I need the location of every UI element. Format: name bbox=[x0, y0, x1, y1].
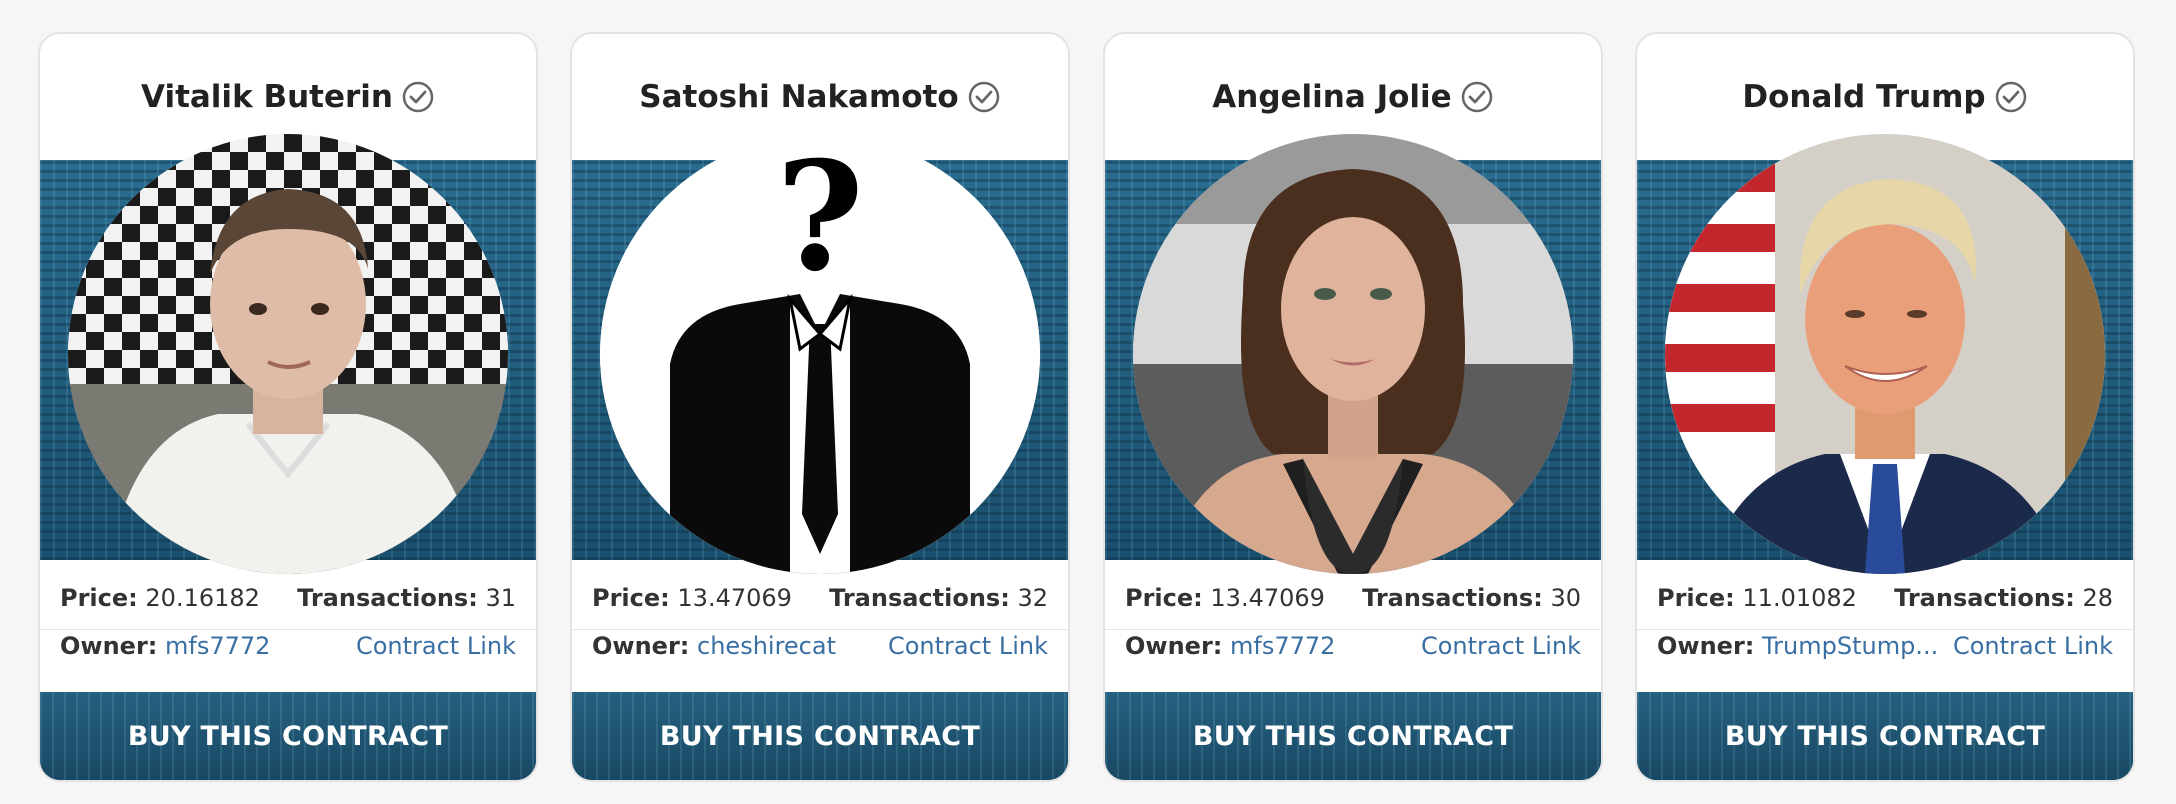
transactions-field: Transactions: 30 bbox=[1362, 584, 1581, 612]
transactions-label: Transactions: bbox=[1894, 584, 2075, 612]
celebrity-name: Angelina Jolie bbox=[1212, 79, 1452, 115]
portrait-image bbox=[1133, 134, 1573, 574]
owner-label: Owner: bbox=[1125, 632, 1223, 660]
contract-card: Vitalik Buterin Price: 20.16182 Transact… bbox=[38, 32, 538, 782]
price-value: 13.47069 bbox=[677, 584, 792, 612]
price-label: Price: bbox=[60, 584, 138, 612]
buy-contract-button[interactable]: BUY THIS CONTRACT bbox=[40, 692, 536, 780]
contract-link[interactable]: Contract Link bbox=[1953, 632, 2113, 660]
owner-link[interactable]: TrumpStump... bbox=[1762, 632, 1938, 660]
price-label: Price: bbox=[1125, 584, 1203, 612]
transactions-value: 32 bbox=[1017, 584, 1048, 612]
price-label: Price: bbox=[1657, 584, 1735, 612]
contract-card: Satoshi Nakamoto ? Price: 13.47069 Trans… bbox=[570, 32, 1070, 782]
owner-field: Owner: cheshirecat bbox=[592, 632, 836, 660]
price-field: Price: 13.47069 bbox=[592, 584, 792, 612]
owner-field: Owner: mfs7772 bbox=[60, 632, 270, 660]
card-details: Price: 20.16182 Transactions: 31 Owner: … bbox=[40, 560, 536, 698]
contract-card: Donald Trump Price: 11.01082 Transaction… bbox=[1635, 32, 2135, 782]
card-details: Price: 11.01082 Transactions: 28 Owner: … bbox=[1637, 560, 2133, 698]
price-value: 13.47069 bbox=[1210, 584, 1325, 612]
owner-label: Owner: bbox=[1657, 632, 1755, 660]
price-value: 20.16182 bbox=[145, 584, 260, 612]
celebrity-name: Satoshi Nakamoto bbox=[639, 79, 959, 115]
transactions-value: 31 bbox=[485, 584, 516, 612]
owner-link[interactable]: mfs7772 bbox=[1230, 632, 1335, 660]
transactions-label: Transactions: bbox=[1362, 584, 1543, 612]
transactions-field: Transactions: 31 bbox=[297, 584, 516, 612]
owner-link[interactable]: cheshirecat bbox=[697, 632, 836, 660]
price-value: 11.01082 bbox=[1742, 584, 1857, 612]
contract-link[interactable]: Contract Link bbox=[1421, 632, 1581, 660]
owner-label: Owner: bbox=[60, 632, 158, 660]
transactions-label: Transactions: bbox=[297, 584, 478, 612]
transactions-value: 30 bbox=[1550, 584, 1581, 612]
price-field: Price: 11.01082 bbox=[1657, 584, 1857, 612]
price-field: Price: 13.47069 bbox=[1125, 584, 1325, 612]
transactions-label: Transactions: bbox=[829, 584, 1010, 612]
portrait-image: ? bbox=[600, 134, 1040, 574]
transactions-value: 28 bbox=[2082, 584, 2113, 612]
portrait-image bbox=[1665, 134, 2105, 574]
contract-card: Angelina Jolie Price: 13.47069 Transacti… bbox=[1103, 32, 1603, 782]
transactions-field: Transactions: 28 bbox=[1894, 584, 2113, 612]
celebrity-name: Donald Trump bbox=[1742, 79, 1986, 115]
contract-card-grid: Vitalik Buterin Price: 20.16182 Transact… bbox=[0, 0, 2176, 804]
buy-contract-button[interactable]: BUY THIS CONTRACT bbox=[572, 692, 1068, 780]
contract-link[interactable]: Contract Link bbox=[888, 632, 1048, 660]
buy-contract-button[interactable]: BUY THIS CONTRACT bbox=[1637, 692, 2133, 780]
card-details: Price: 13.47069 Transactions: 30 Owner: … bbox=[1105, 560, 1601, 698]
transactions-field: Transactions: 32 bbox=[829, 584, 1048, 612]
owner-field: Owner: mfs7772 bbox=[1125, 632, 1335, 660]
celebrity-name: Vitalik Buterin bbox=[141, 79, 393, 115]
check-circle-icon bbox=[1994, 80, 2028, 114]
price-label: Price: bbox=[592, 584, 670, 612]
portrait-image bbox=[68, 134, 508, 574]
contract-link[interactable]: Contract Link bbox=[356, 632, 516, 660]
buy-contract-button[interactable]: BUY THIS CONTRACT bbox=[1105, 692, 1601, 780]
owner-link[interactable]: mfs7772 bbox=[165, 632, 270, 660]
owner-label: Owner: bbox=[592, 632, 690, 660]
svg-text:?: ? bbox=[776, 134, 864, 305]
price-field: Price: 20.16182 bbox=[60, 584, 260, 612]
check-circle-icon bbox=[1460, 80, 1494, 114]
card-details: Price: 13.47069 Transactions: 32 Owner: … bbox=[572, 560, 1068, 698]
check-circle-icon bbox=[401, 80, 435, 114]
check-circle-icon bbox=[967, 80, 1001, 114]
owner-field: Owner: TrumpStump... bbox=[1657, 632, 1938, 660]
